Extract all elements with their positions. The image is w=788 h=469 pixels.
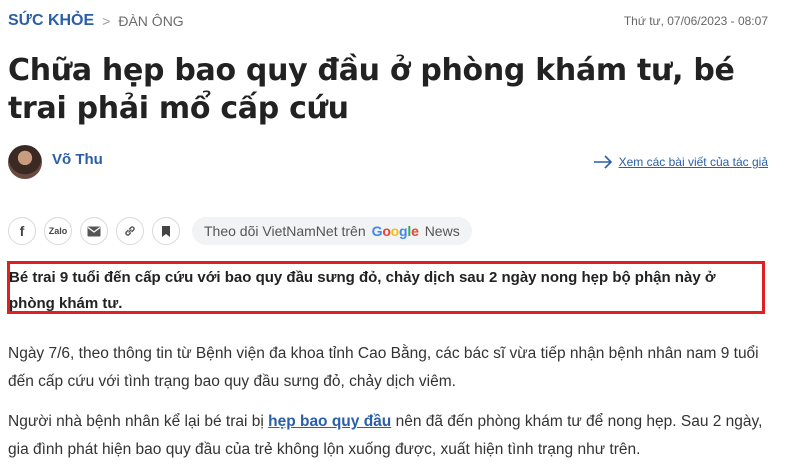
author-row: Võ Thu Xem các bài viết của tác giả bbox=[8, 144, 768, 180]
follow-prefix-label: Theo dõi VietNamNet trên bbox=[204, 223, 366, 239]
subcategory-link[interactable]: ĐÀN ÔNG bbox=[118, 13, 183, 29]
bookmark-icon bbox=[162, 225, 170, 237]
author-name-link[interactable]: Võ Thu bbox=[52, 151, 103, 168]
google-logo: Google bbox=[371, 223, 419, 239]
article-sapo: Bé trai 9 tuổi đến cấp cứu với bao quy đ… bbox=[9, 269, 716, 312]
news-label: News bbox=[424, 223, 460, 239]
share-toolbar: f Zalo Theo dõi VietNamNet trên Google N… bbox=[8, 216, 472, 246]
article-title: Chữa hẹp bao quy đầu ở phòng khám tư, bé… bbox=[8, 53, 735, 126]
bookmark-button[interactable] bbox=[152, 217, 180, 245]
author-avatar[interactable] bbox=[8, 145, 42, 179]
follow-google-news-button[interactable]: Theo dõi VietNamNet trên Google News bbox=[192, 217, 472, 245]
arrow-right-icon bbox=[593, 155, 612, 169]
paragraph-2-text-start: Người nhà bệnh nhân kể lại bé trai bị bbox=[8, 413, 269, 430]
phimosis-topic-link[interactable]: hẹp bao quy đầu bbox=[268, 413, 391, 430]
copy-link-button[interactable] bbox=[116, 217, 144, 245]
email-share-button[interactable] bbox=[80, 217, 108, 245]
facebook-icon: f bbox=[19, 223, 25, 239]
article-header-bar: SỨC KHỎE > ĐÀN ÔNG Thứ tư, 07/06/2023 - … bbox=[8, 10, 768, 32]
zalo-icon: Zalo bbox=[48, 226, 68, 236]
article-paragraph-1: Ngày 7/6, theo thông tin từ Bệnh viện đa… bbox=[8, 345, 759, 390]
zalo-share-button[interactable]: Zalo bbox=[44, 217, 72, 245]
author-articles-link[interactable]: Xem các bài viết của tác giả bbox=[593, 155, 768, 169]
author-articles-label: Xem các bài viết của tác giả bbox=[618, 155, 768, 169]
link-icon bbox=[125, 226, 135, 236]
facebook-share-button[interactable]: f bbox=[8, 217, 36, 245]
publish-datetime: Thứ tư, 07/06/2023 - 08:07 bbox=[623, 14, 768, 28]
category-link[interactable]: SỨC KHỎE bbox=[8, 12, 94, 30]
mail-icon bbox=[87, 226, 101, 236]
breadcrumb-separator: > bbox=[102, 13, 111, 29]
article-paragraph-2: Người nhà bệnh nhân kể lại bé trai bị hẹ… bbox=[8, 408, 768, 464]
